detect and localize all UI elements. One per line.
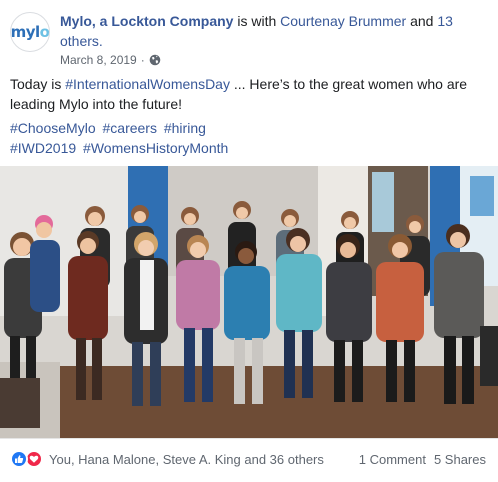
reaction-names[interactable]: You, Hana Malone, Steve A. King and 36 o…: [49, 452, 324, 467]
with-text: is with: [237, 13, 277, 29]
hashtag-international-womens-day[interactable]: #InternationalWomensDay: [65, 76, 230, 92]
post-footer: You, Hana Malone, Steve A. King and 36 o…: [0, 438, 498, 482]
engagement-counts: 1 Comment 5 Shares: [359, 452, 486, 467]
post-message: Today is #InternationalWomensDay ... Her…: [10, 74, 490, 114]
group-photo[interactable]: [0, 166, 498, 438]
hashtag-choose-mylo[interactable]: #ChooseMylo: [10, 120, 96, 136]
hashtag-iwd2019[interactable]: #IWD2019: [10, 140, 76, 156]
tagged-person-link[interactable]: Courtenay Brummer: [280, 13, 406, 29]
hashtag-hiring[interactable]: #hiring: [164, 120, 206, 136]
comment-count[interactable]: 1 Comment: [359, 452, 426, 467]
like-icon: [10, 450, 28, 468]
author-link[interactable]: Mylo, a Lockton Company: [60, 13, 233, 29]
share-count[interactable]: 5 Shares: [434, 452, 486, 467]
globe-icon[interactable]: [149, 54, 161, 66]
and-text: and: [410, 13, 434, 29]
facebook-post: mylo Mylo, a Lockton Company is with Cou…: [0, 0, 498, 482]
page-avatar[interactable]: mylo: [10, 12, 50, 52]
post-date[interactable]: March 8, 2019: [60, 53, 137, 67]
meta-separator: ·: [140, 53, 145, 67]
post-meta: March 8, 2019 ·: [60, 53, 161, 67]
group-photo-illustration: [0, 166, 498, 438]
hashtag-womens-history-month[interactable]: #WomensHistoryMonth: [83, 140, 228, 156]
hashtag-careers[interactable]: #careers: [103, 120, 157, 136]
mylo-logo: mylo: [10, 23, 50, 41]
reaction-summary[interactable]: You, Hana Malone, Steve A. King and 36 o…: [10, 450, 324, 468]
post-headline: Mylo, a Lockton Company is with Courtena…: [60, 11, 480, 51]
hashtag-list: #ChooseMylo #careers #hiring #IWD2019 #W…: [10, 118, 490, 158]
message-text-start: Today is: [10, 76, 66, 92]
